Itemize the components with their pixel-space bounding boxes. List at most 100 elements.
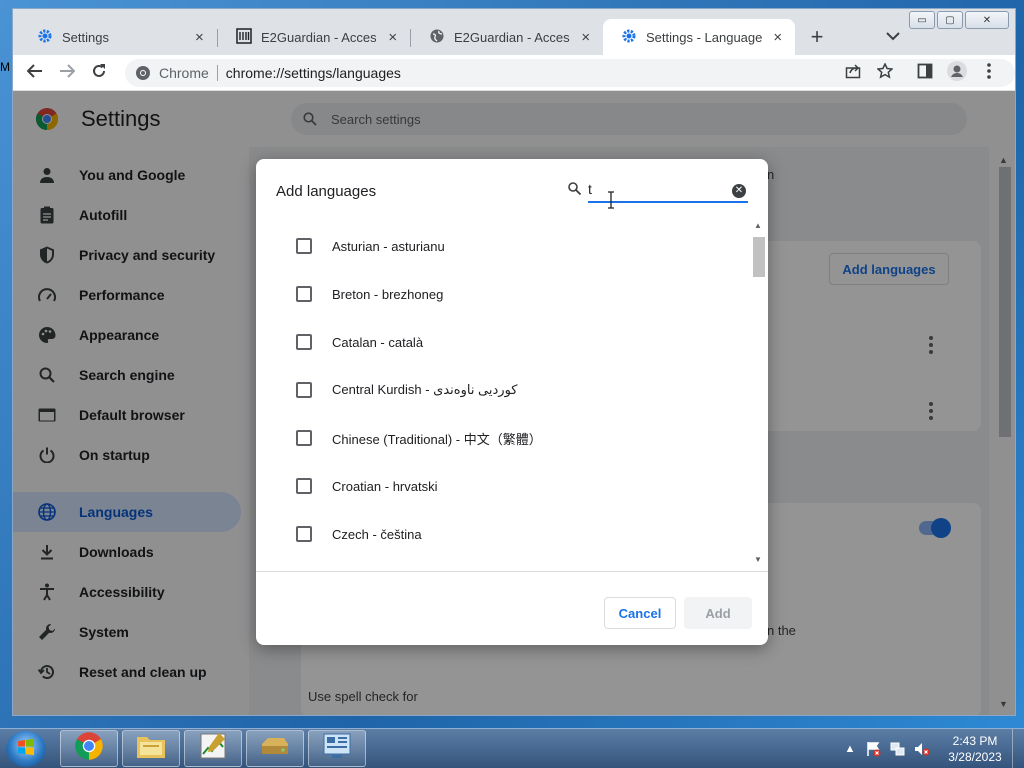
dialog-title: Add languages	[276, 183, 377, 200]
list-item[interactable]: Croatian - hrvatski	[256, 462, 750, 510]
language-checkbox[interactable]	[296, 334, 312, 350]
file-explorer-icon	[136, 733, 166, 764]
drive-icon	[260, 734, 290, 763]
system-tray: ▲	[842, 729, 930, 768]
taskbar-file-explorer-button[interactable]	[122, 730, 180, 767]
tab-settings[interactable]: Settings ×	[19, 19, 217, 55]
language-label: Chinese (Traditional) - 中文（繁體）	[332, 431, 542, 447]
clock-time: 2:43 PM	[952, 734, 998, 748]
window-controls: ▭ ▢ ✕	[909, 11, 1009, 29]
scroll-thumb[interactable]	[753, 237, 765, 277]
list-item[interactable]: Czech - čeština	[256, 510, 750, 558]
more-vert-icon	[987, 62, 991, 84]
clear-search-button[interactable]: ✕	[732, 184, 746, 198]
chrome-label: Chrome	[159, 65, 209, 81]
taskbar-control-panel-button[interactable]	[308, 730, 366, 767]
cancel-button[interactable]: Cancel	[604, 597, 676, 629]
chrome-icon	[74, 731, 104, 766]
desktop-edge-label: M	[0, 60, 10, 74]
language-checkbox[interactable]	[296, 430, 312, 446]
language-checkbox[interactable]	[296, 286, 312, 302]
tab-e2guardian-2[interactable]: E2Guardian - Access Den ×	[411, 19, 603, 55]
tab-close-button[interactable]: ×	[385, 29, 400, 46]
bookmark-button[interactable]	[871, 59, 899, 87]
chrome-logo-icon	[135, 65, 151, 81]
chevron-down-icon	[886, 28, 900, 46]
language-search	[568, 177, 748, 203]
language-label: Croatian - hrvatski	[332, 478, 438, 494]
windows-logo-icon	[17, 738, 35, 761]
network-icon[interactable]	[890, 741, 906, 757]
tab-e2guardian-1[interactable]: E2Guardian - Access Den ×	[218, 19, 410, 55]
language-label: Czech - čeština	[332, 526, 422, 542]
language-checkbox[interactable]	[296, 526, 312, 542]
list-item[interactable]: Central Kurdish - کوردیی ناوەندی	[256, 366, 750, 414]
gear-icon	[37, 28, 53, 47]
language-checkbox[interactable]	[296, 478, 312, 494]
forward-button[interactable]	[53, 59, 81, 87]
add-button[interactable]: Add	[684, 597, 752, 629]
url-text[interactable]: chrome://settings/languages	[226, 65, 401, 81]
scroll-up-arrow[interactable]: ▲	[754, 221, 762, 230]
back-button[interactable]	[21, 59, 49, 87]
show-desktop-button[interactable]	[1012, 729, 1024, 768]
taskbar: ▲ 2:43 PM 3/28/2023	[0, 728, 1024, 768]
language-list-scrollbar[interactable]: ▲ ▼	[752, 221, 766, 569]
share-button[interactable]	[839, 59, 867, 87]
taskbar-drive-button[interactable]	[246, 730, 304, 767]
side-panel-button[interactable]	[911, 59, 939, 87]
star-icon	[876, 61, 894, 84]
control-panel-icon	[323, 733, 351, 764]
list-item[interactable]: Asturian - asturianu	[256, 222, 750, 270]
avatar-icon	[947, 60, 967, 86]
language-list: Asturian - asturianu Breton - brezhoneg …	[256, 221, 768, 571]
toolbar: Chrome chrome://settings/languages	[13, 55, 1015, 91]
list-item[interactable]: Chinese (Traditional) - 中文（繁體）	[256, 414, 750, 462]
scroll-down-arrow[interactable]: ▼	[754, 555, 762, 564]
action-center-icon[interactable]	[866, 741, 882, 757]
list-item[interactable]: Breton - brezhoneg	[256, 270, 750, 318]
tab-title: E2Guardian - Access Den	[454, 29, 570, 45]
tab-settings-languages[interactable]: Settings - Languages ×	[603, 19, 795, 55]
reload-icon	[91, 63, 107, 84]
add-languages-dialog: Add languages ✕ Asturian - asturianu Bre…	[256, 159, 768, 645]
language-label: Breton - brezhoneg	[332, 286, 444, 302]
tab-title: Settings	[62, 29, 109, 45]
language-label: Catalan - català	[332, 334, 424, 350]
clock-date: 3/28/2023	[948, 750, 1002, 764]
search-icon	[568, 182, 582, 200]
tab-close-button[interactable]: ×	[770, 29, 785, 46]
minimize-button[interactable]: ▭	[909, 11, 935, 29]
volume-muted-icon[interactable]	[914, 741, 930, 757]
profile-button[interactable]	[943, 59, 971, 87]
start-button[interactable]	[6, 731, 46, 767]
taskbar-clock[interactable]: 2:43 PM 3/28/2023	[940, 733, 1010, 765]
language-label: Asturian - asturianu	[332, 238, 445, 254]
tab-close-button[interactable]: ×	[192, 29, 207, 46]
show-hidden-icons-button[interactable]: ▲	[842, 741, 858, 757]
language-checkbox[interactable]	[296, 238, 312, 254]
dialog-divider	[256, 571, 768, 572]
text-cursor-icon	[606, 191, 616, 209]
forward-arrow-icon	[59, 63, 76, 84]
list-item[interactable]: Catalan - català	[256, 318, 750, 366]
close-icon: ✕	[734, 185, 744, 196]
taskbar-task-manager-button[interactable]	[184, 730, 242, 767]
language-label: Central Kurdish - کوردیی ناوەندی	[332, 382, 518, 397]
menu-button[interactable]	[975, 59, 1003, 87]
share-icon	[845, 63, 861, 84]
back-arrow-icon	[26, 63, 43, 84]
tab-close-button[interactable]: ×	[578, 29, 593, 46]
tab-search-button[interactable]	[881, 25, 905, 49]
maximize-button[interactable]: ▢	[937, 11, 963, 29]
side-panel-icon	[917, 63, 933, 84]
close-window-button[interactable]: ✕	[965, 11, 1009, 29]
task-manager-icon	[199, 732, 227, 765]
reload-button[interactable]	[85, 59, 113, 87]
new-tab-button[interactable]: +	[803, 23, 831, 51]
tab-strip: Settings × E2Guardian - Access Den × E2G…	[13, 9, 1015, 55]
gear-icon	[621, 28, 637, 47]
omnibox-divider	[216, 65, 218, 81]
language-checkbox[interactable]	[296, 382, 312, 398]
taskbar-chrome-button[interactable]	[60, 730, 118, 767]
